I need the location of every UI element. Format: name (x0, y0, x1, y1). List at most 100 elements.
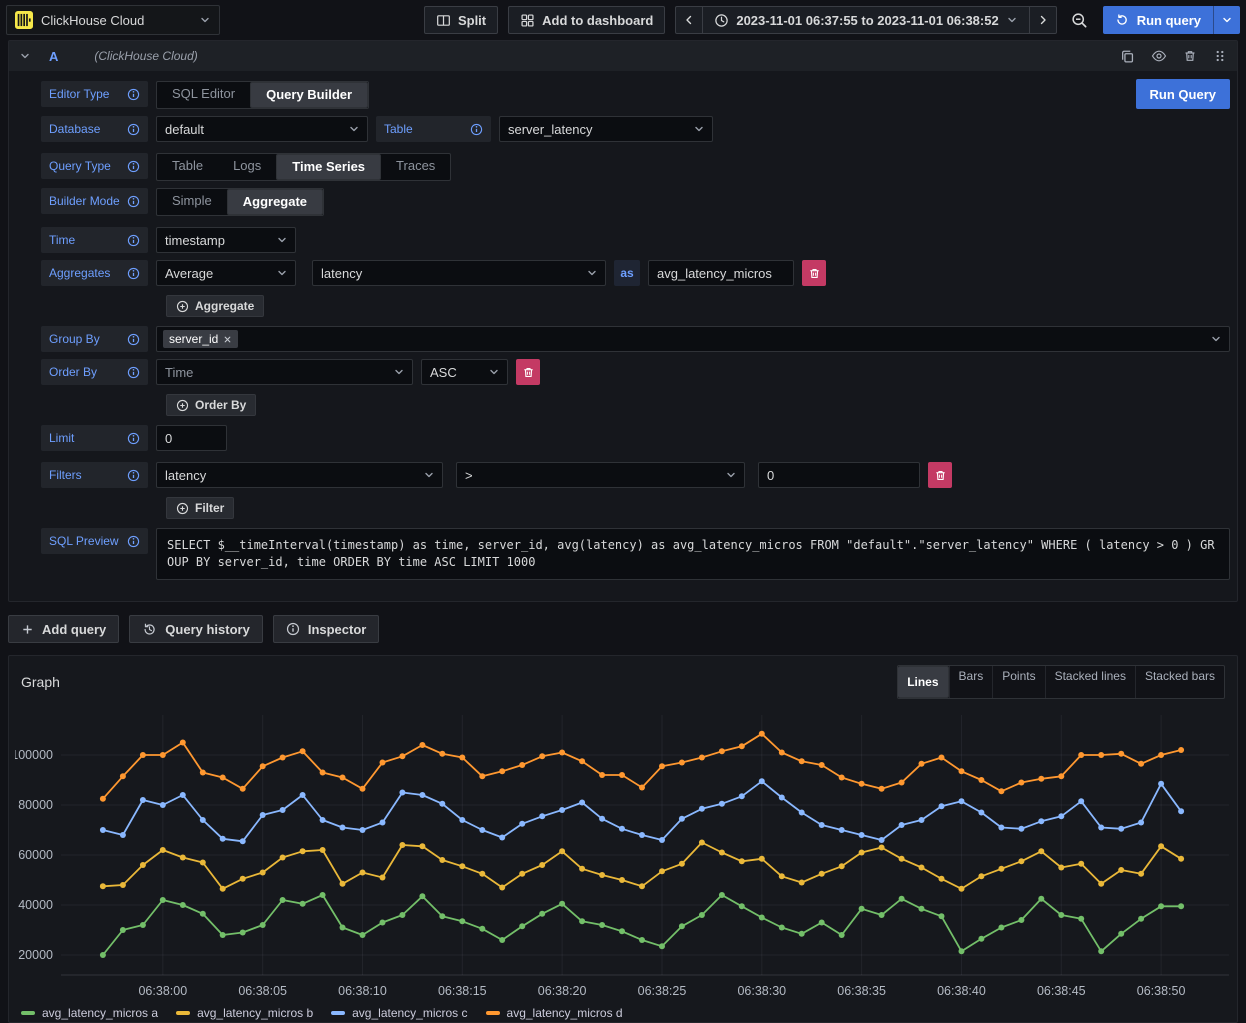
query-type-time-series[interactable]: Time Series (276, 154, 381, 180)
remove-tag-icon[interactable] (223, 335, 232, 344)
filter-value-input[interactable] (758, 462, 920, 488)
add-to-dashboard-button[interactable]: Add to dashboard (508, 6, 665, 34)
info-icon[interactable] (127, 195, 140, 208)
trash-icon (1183, 49, 1197, 63)
top-toolbar: ClickHouse Cloud Split Add to dashboard … (0, 0, 1246, 40)
info-icon[interactable] (127, 469, 140, 482)
graph-style-points[interactable]: Points (992, 666, 1044, 698)
hide-query-button[interactable] (1151, 48, 1167, 64)
query-type-logs[interactable]: Logs (218, 154, 276, 180)
info-icon[interactable] (127, 535, 140, 548)
builder-mode-aggregate[interactable]: Aggregate (227, 189, 323, 215)
remove-aggregate-button[interactable] (802, 260, 826, 286)
limit-input[interactable] (156, 425, 227, 451)
builder-mode-toggle: Simple Aggregate (156, 188, 324, 216)
query-type-table[interactable]: Table (157, 154, 218, 180)
y-axis-tick-label: 100000 (15, 748, 53, 762)
graph-style-stacked-lines[interactable]: Stacked lines (1045, 666, 1135, 698)
query-editor-panel: A (ClickHouse Cloud) Run Query Editor Ty… (8, 40, 1238, 602)
zoom-out-time-button[interactable] (1067, 6, 1093, 34)
info-icon[interactable] (127, 267, 140, 280)
collapse-query-button[interactable] (19, 50, 31, 62)
editor-type-query-builder[interactable]: Query Builder (250, 82, 368, 108)
info-icon[interactable] (127, 234, 140, 247)
group-by-tag-server-id[interactable]: server_id (163, 330, 238, 348)
query-header: A (ClickHouse Cloud) (9, 41, 1237, 71)
series-line (103, 843, 1181, 889)
table-select[interactable]: server_latency (499, 116, 713, 142)
chart-canvas[interactable]: 2000040000600008000010000006:38:0006:38:… (15, 703, 1233, 1001)
graph-style-bars[interactable]: Bars (949, 666, 993, 698)
filter-operator-select[interactable]: > (456, 462, 745, 488)
chevron-down-icon (393, 366, 405, 378)
info-circle-icon (286, 622, 300, 636)
query-type-traces[interactable]: Traces (381, 154, 450, 180)
time-range-picker[interactable]: 2023-11-01 06:37:55 to 2023-11-01 06:38:… (702, 6, 1029, 34)
group-by-label: Group By (41, 326, 148, 352)
chevron-down-icon (423, 469, 435, 481)
time-label: Time (41, 227, 148, 253)
legend-item-b[interactable]: avg_latency_micros b (176, 1006, 313, 1020)
legend-item-d[interactable]: avg_latency_micros d (486, 1006, 623, 1020)
aggregate-alias-input[interactable] (648, 260, 794, 286)
database-select[interactable]: default (156, 116, 368, 142)
clock-icon (714, 13, 729, 28)
filter-field-select[interactable]: latency (156, 462, 443, 488)
graph-style-toggle: Lines Bars Points Stacked lines Stacked … (897, 665, 1225, 699)
info-icon[interactable] (127, 366, 140, 379)
drag-query-handle[interactable] (1213, 49, 1227, 63)
chevron-down-icon (1210, 333, 1222, 345)
info-icon[interactable] (127, 123, 140, 136)
aggregate-column-select[interactable]: latency (312, 260, 606, 286)
datasource-picker[interactable]: ClickHouse Cloud (6, 5, 220, 35)
y-axis-tick-label: 40000 (18, 898, 53, 912)
time-column-select[interactable]: timestamp (156, 227, 296, 253)
order-by-field-select[interactable]: Time (156, 359, 413, 385)
add-aggregate-button[interactable]: Aggregate (166, 295, 264, 317)
remove-order-by-button[interactable] (516, 359, 540, 385)
remove-filter-button[interactable] (928, 462, 952, 488)
time-shift-back-button[interactable] (675, 6, 703, 34)
query-ref-id[interactable]: A (49, 49, 58, 64)
remove-query-button[interactable] (1183, 49, 1197, 63)
info-icon[interactable] (127, 88, 140, 101)
sql-preview-row: SQL Preview SELECT $__timeInterval(times… (41, 528, 1230, 580)
builder-mode-label: Builder Mode (41, 188, 148, 214)
legend-item-c[interactable]: avg_latency_micros c (331, 1006, 467, 1020)
info-icon[interactable] (127, 432, 140, 445)
info-icon[interactable] (470, 123, 483, 136)
chevron-down-icon (348, 123, 360, 135)
add-filter-button[interactable]: Filter (166, 497, 234, 519)
group-by-select[interactable]: server_id (156, 326, 1230, 352)
order-by-direction-select[interactable]: ASC (421, 359, 508, 385)
legend-item-a[interactable]: avg_latency_micros a (21, 1006, 158, 1020)
graph-style-stacked-bars[interactable]: Stacked bars (1135, 666, 1224, 698)
x-axis-tick-label: 06:38:05 (238, 984, 287, 998)
graph-style-lines[interactable]: Lines (898, 666, 948, 698)
split-button[interactable]: Split (424, 6, 498, 34)
run-query-interval-dropdown[interactable] (1213, 6, 1240, 34)
editor-run-query-button[interactable]: Run Query (1136, 79, 1230, 109)
run-query-button[interactable]: Run query (1103, 6, 1213, 34)
query-type-toggle: Table Logs Time Series Traces (156, 153, 451, 181)
query-history-button[interactable]: Query history (129, 615, 263, 643)
zoom-out-icon (1071, 12, 1088, 29)
chevron-left-icon (683, 14, 695, 26)
info-icon[interactable] (127, 333, 140, 346)
info-icon[interactable] (127, 160, 140, 173)
aggregate-function-select[interactable]: Average (156, 260, 296, 286)
time-series-chart[interactable]: 2000040000600008000010000006:38:0006:38:… (9, 703, 1237, 1004)
add-order-by-button[interactable]: Order By (166, 394, 256, 416)
add-query-button[interactable]: Add query (8, 615, 119, 643)
time-shift-forward-button[interactable] (1029, 6, 1057, 34)
editor-type-sql-editor[interactable]: SQL Editor (157, 82, 250, 108)
chevron-down-icon (19, 50, 31, 62)
inspector-button[interactable]: Inspector (273, 615, 380, 643)
table-label: Table (376, 116, 491, 142)
graph-header: Graph Lines Bars Points Stacked lines St… (9, 656, 1237, 699)
x-axis-tick-label: 06:38:35 (837, 984, 886, 998)
duplicate-query-button[interactable] (1120, 49, 1135, 64)
builder-mode-simple[interactable]: Simple (157, 189, 227, 215)
apps-grid-icon (520, 13, 535, 28)
clickhouse-logo-icon (15, 11, 33, 29)
